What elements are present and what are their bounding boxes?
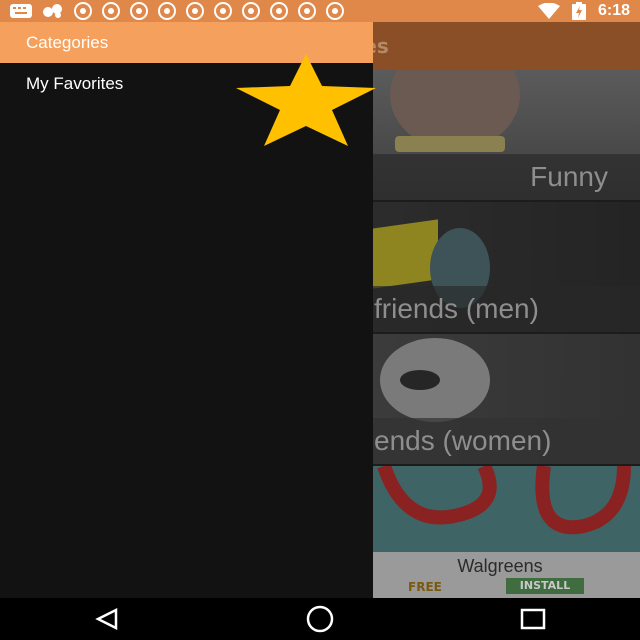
back-button[interactable] <box>87 599 127 639</box>
soccer-ball-icon <box>130 2 148 20</box>
wifi-icon <box>537 3 560 19</box>
system-nav-bar <box>0 598 640 640</box>
status-clock: 6:18 <box>597 2 630 19</box>
ad-title: Walgreens <box>457 556 543 576</box>
soccer-ball-icon <box>242 2 260 20</box>
soccer-ball-icon <box>158 2 176 20</box>
keyboard-icon <box>10 4 32 18</box>
star-icon[interactable] <box>236 54 376 146</box>
notification-icons <box>10 2 538 20</box>
back-icon <box>94 608 117 630</box>
soccer-ball-icon <box>298 2 316 20</box>
card-photo-mouth <box>400 370 440 390</box>
soccer-ball-icon <box>214 2 232 20</box>
card-photo-gift <box>372 219 438 289</box>
recents-button[interactable] <box>513 599 553 639</box>
bubbles-icon <box>43 4 62 18</box>
soccer-ball-icon <box>102 2 120 20</box>
home-icon <box>306 605 334 633</box>
ad-free-label: FREE <box>408 580 442 594</box>
card-photo-detail <box>395 136 505 152</box>
soccer-ball-icon <box>326 2 344 20</box>
home-button[interactable] <box>300 599 340 639</box>
red-ribbon-graphic <box>377 466 631 535</box>
status-bar: 6:18 <box>0 0 640 22</box>
soccer-ball-icon <box>186 2 204 20</box>
recents-icon <box>521 608 546 630</box>
soccer-ball-icon <box>74 2 92 20</box>
ad-install-button[interactable]: INSTALL <box>506 578 584 594</box>
soccer-ball-icon <box>270 2 288 20</box>
battery-charging-icon <box>571 2 586 20</box>
